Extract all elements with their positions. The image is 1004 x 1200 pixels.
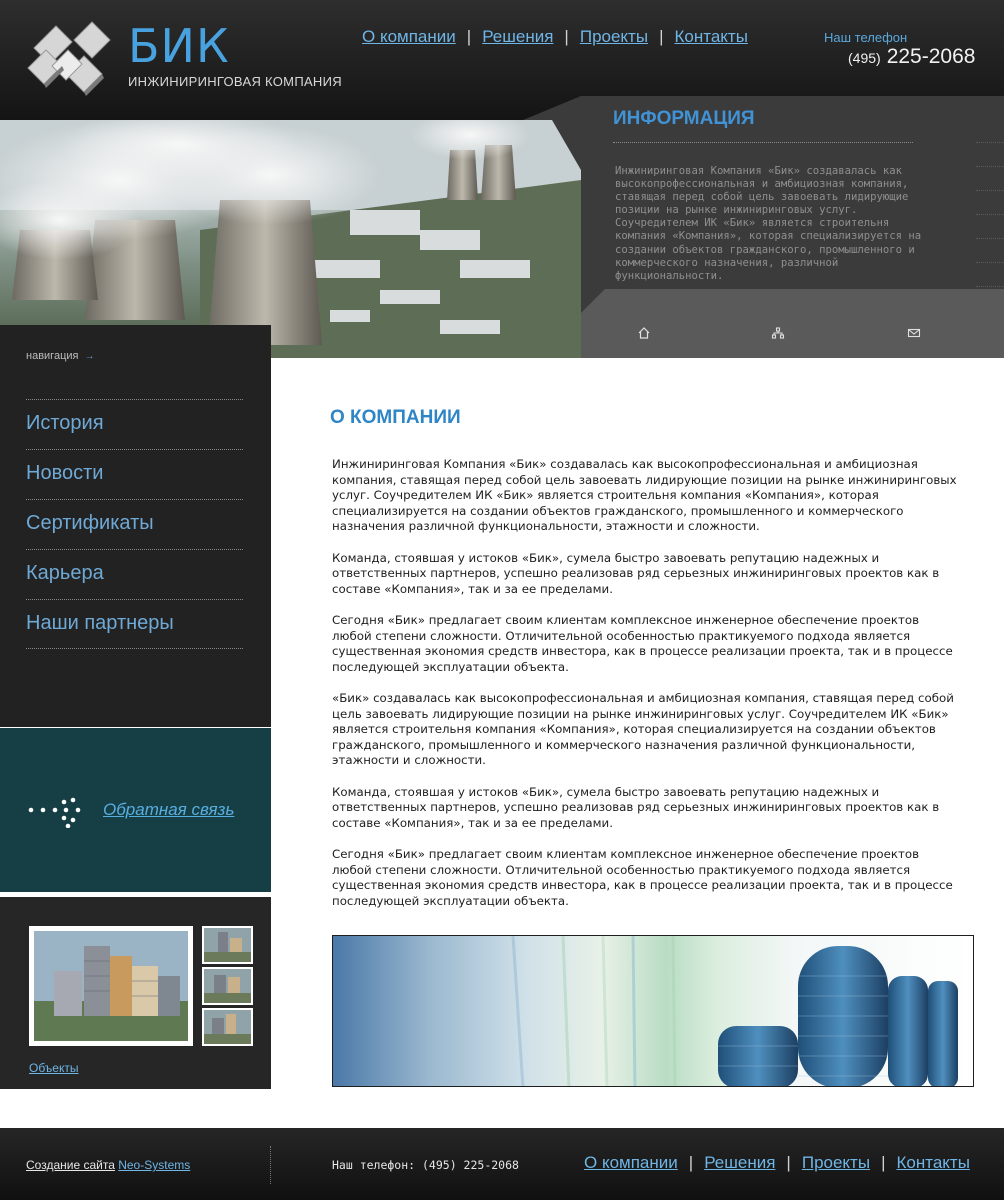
- footer-credit-link[interactable]: Neo-Systems: [118, 1158, 190, 1172]
- side-nav: История Новости Сертификаты Карьера Наши…: [26, 399, 243, 649]
- paragraph: Инжиниринговая Компания «Бик» создавалас…: [332, 457, 957, 533]
- hero-photo: [0, 120, 581, 358]
- info-text: Инжиниринговая Компания «Бик» создавалас…: [615, 165, 922, 282]
- info-panel: ИНФОРМАЦИЯ Инжиниринговая Компания «Бик»…: [523, 96, 1004, 358]
- footer-nav-link-contacts[interactable]: Контакты: [896, 1153, 969, 1172]
- paragraph: Сегодня «Бик» предлагает своим клиентам …: [332, 847, 953, 908]
- feedback-link[interactable]: Обратная связь: [103, 800, 234, 820]
- phone-label: Наш телефон: [824, 30, 908, 45]
- info-title: ИНФОРМАЦИЯ: [613, 108, 755, 129]
- sidebar-item-news[interactable]: Новости: [26, 449, 243, 499]
- phone-number: 225-2068: [886, 45, 976, 68]
- arrow-right-icon: →: [84, 351, 95, 362]
- main-text: Инжиниринговая Компания «Бик» создавалас…: [332, 457, 962, 925]
- decorative-lines: [976, 142, 1004, 310]
- divider: [613, 142, 913, 143]
- nav-link-solutions[interactable]: Решения: [482, 27, 553, 46]
- sidebar-item-history[interactable]: История: [26, 399, 243, 449]
- phone-code: (495): [848, 50, 881, 66]
- divider: [270, 1146, 271, 1184]
- footer-nav-link-solutions[interactable]: Решения: [704, 1153, 775, 1172]
- nav-link-contacts[interactable]: Контакты: [674, 27, 747, 46]
- logo-title: БИК: [128, 19, 230, 73]
- paragraph: Команда, стоявшая у истоков «Бик», сумел…: [332, 784, 940, 830]
- nav-separator: |: [881, 1153, 886, 1172]
- gallery-thumb[interactable]: [202, 1008, 253, 1046]
- sidebar-item-partners[interactable]: Наши партнеры: [26, 599, 243, 649]
- mail-icon[interactable]: [907, 326, 921, 340]
- building-photo: [34, 931, 188, 1041]
- paragraph: «Бик» создавалась как высокопрофессионал…: [332, 691, 954, 767]
- footer-phone: Наш телефон: (495) 225-2068: [332, 1158, 519, 1172]
- home-icon[interactable]: [637, 326, 651, 340]
- sidebar-item-career[interactable]: Карьера: [26, 549, 243, 599]
- logo-subtitle: ИНЖИНИРИНГОВАЯ КОМПАНИЯ: [128, 74, 342, 89]
- logo-icon: [27, 21, 111, 96]
- nav-separator: |: [564, 27, 569, 46]
- top-nav: О компании | Решения | Проекты | Контакты: [362, 27, 748, 47]
- nav-separator: |: [688, 1153, 694, 1172]
- nav-link-about[interactable]: О компании: [362, 27, 456, 46]
- gallery-link[interactable]: Объекты: [29, 1061, 79, 1075]
- page-title: О КОМПАНИИ: [330, 407, 461, 428]
- gallery-thumb[interactable]: [202, 967, 253, 1005]
- nav-heading: навигация →: [26, 350, 94, 362]
- power-plant-illustration: [0, 120, 581, 358]
- nav-separator: |: [786, 1153, 791, 1172]
- footer-credit-text: Создание сайта: [26, 1158, 115, 1172]
- phone-block: (495) 225-2068: [848, 45, 975, 69]
- paragraph: Сегодня «Бик» предлагает своим клиентам …: [332, 613, 953, 674]
- paragraph: Команда, стоявшая у истоков «Бик», сумел…: [332, 550, 940, 596]
- gallery-thumb[interactable]: [202, 926, 253, 964]
- info-footer: [581, 289, 1004, 358]
- sitemap-icon[interactable]: [771, 326, 785, 340]
- gallery-main-image[interactable]: [29, 926, 193, 1046]
- footer-nav-link-projects[interactable]: Проекты: [802, 1153, 870, 1172]
- footer-credit: Создание сайта Neo-Systems: [26, 1158, 190, 1172]
- nav-separator: |: [659, 27, 664, 46]
- dots-arrow-icon: [28, 797, 81, 828]
- nav-separator: |: [466, 27, 472, 46]
- footer-nav-link-about[interactable]: О компании: [584, 1153, 678, 1172]
- banner-image: [332, 935, 974, 1087]
- sidebar-item-certificates[interactable]: Сертификаты: [26, 499, 243, 549]
- nav-link-projects[interactable]: Проекты: [580, 27, 648, 46]
- nav-heading-label: навигация: [26, 350, 79, 362]
- glass-towers-illustration: [511, 936, 958, 1086]
- footer-nav: О компании | Решения | Проекты | Контакты: [584, 1153, 970, 1173]
